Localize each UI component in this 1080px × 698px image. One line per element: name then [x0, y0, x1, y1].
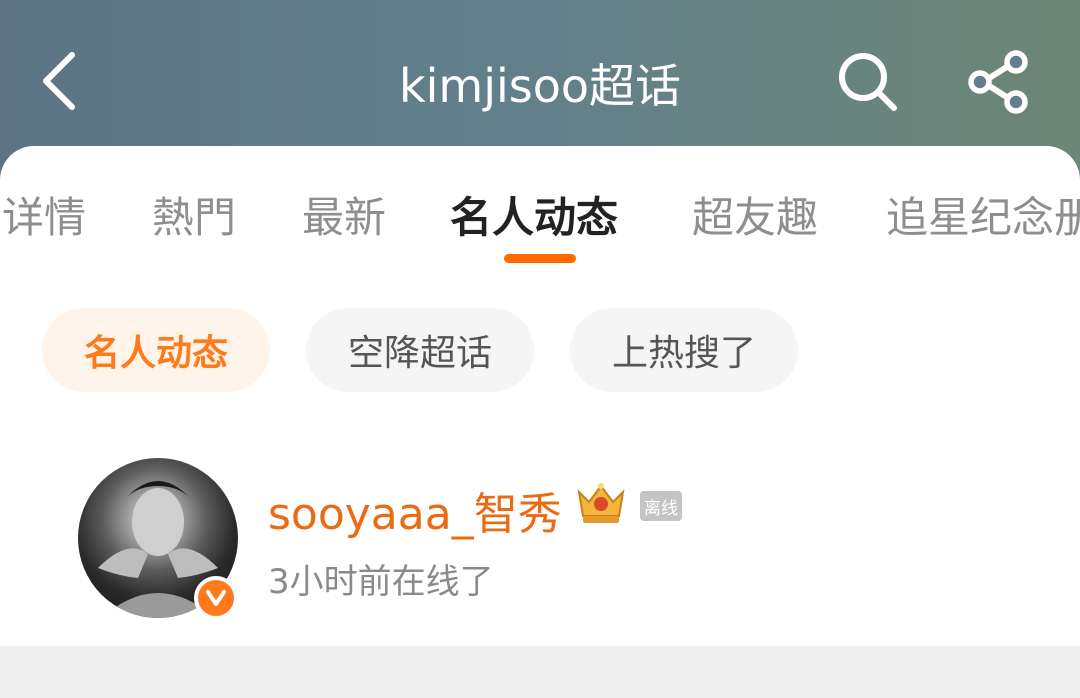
offline-status-badge: 离线 — [640, 491, 682, 521]
tab-fan-fun[interactable]: 超友趣 — [692, 184, 818, 245]
crown-icon — [577, 483, 625, 523]
tab-bar: 详情 熱門 最新 名人动态 超友趣 追星纪念册 — [0, 146, 1080, 276]
username[interactable]: sooyaaa_智秀 — [268, 478, 562, 542]
tab-celebrity-updates[interactable]: 名人动态 — [450, 184, 618, 245]
last-online-text: 3小时前在线了 — [268, 562, 494, 602]
verified-badge — [194, 576, 238, 620]
tab-hot[interactable]: 熱門 — [152, 184, 236, 245]
filter-chip-celebrity-updates[interactable]: 名人动态 — [42, 308, 270, 392]
filter-chip-trending[interactable]: 上热搜了 — [570, 308, 798, 392]
filter-chip-airdrop[interactable]: 空降超话 — [306, 308, 534, 392]
page-title: kimjisoo超话 — [398, 59, 682, 113]
tab-details[interactable]: 详情 — [2, 184, 86, 245]
user-item[interactable]: sooyaaa_智秀 离线 3小时前在线了 — [0, 456, 1080, 626]
share-button[interactable] — [964, 48, 1034, 116]
search-icon — [839, 53, 897, 111]
tab-latest[interactable]: 最新 — [302, 184, 386, 245]
verified-v-icon — [206, 590, 226, 606]
search-button[interactable] — [834, 48, 902, 116]
active-tab-indicator — [504, 254, 576, 263]
tab-fan-memorial[interactable]: 追星纪念册 — [886, 184, 1080, 245]
share-icon — [968, 50, 1028, 114]
content-card: 详情 熱門 最新 名人动态 超友趣 追星纪念册 名人动态 空降超话 上热搜了 s… — [0, 146, 1080, 646]
